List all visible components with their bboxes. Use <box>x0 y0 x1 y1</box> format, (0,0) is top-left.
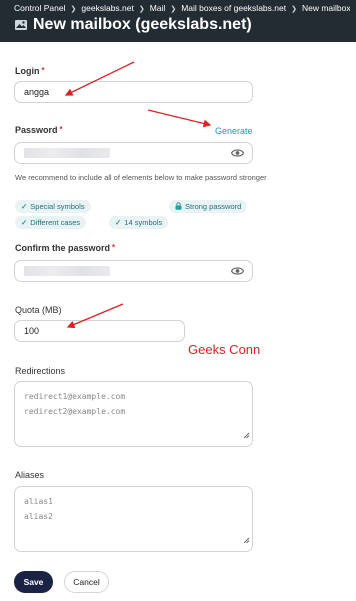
aliases-placeholder: alias1 alias2 <box>24 497 53 521</box>
page-title: New mailbox (geekslabs.net) <box>33 16 252 33</box>
login-label: Login * <box>15 66 45 76</box>
chevron-right-icon: ❯ <box>291 6 297 13</box>
aliases-textarea[interactable]: alias1 alias2 <box>14 486 253 552</box>
login-label-text: Login <box>15 66 40 76</box>
password-hint: We recommend to include all of elements … <box>15 173 267 182</box>
requirement-label: Different cases <box>30 218 81 227</box>
breadcrumb-current: New mailbox <box>301 3 350 13</box>
requirement-label: Special symbols <box>30 202 85 211</box>
chevron-right-icon: ❯ <box>138 6 145 13</box>
required-marker: * <box>59 125 63 134</box>
requirement-chip: ✓ Different cases <box>15 216 87 229</box>
cancel-button[interactable]: Cancel <box>64 571 109 593</box>
check-icon: ✓ <box>21 202 28 211</box>
login-value: angga <box>24 87 50 97</box>
lock-icon <box>175 201 182 212</box>
breadcrumb: Control Panel ❯ geekslabs.net ❯ Mail ❯ Mail bo… <box>14 3 350 13</box>
watermark-text: Geeks Conn <box>188 342 261 357</box>
confirm-password-input[interactable] <box>14 260 253 282</box>
quota-label: Quota (MB) <box>15 305 62 315</box>
quota-value: 100 <box>24 326 40 336</box>
chevron-right-icon: ❯ <box>170 6 177 13</box>
check-icon: ✓ <box>21 218 28 227</box>
requirement-label: 14 symbols <box>124 218 163 227</box>
mailbox-icon <box>14 18 28 32</box>
eye-icon[interactable] <box>230 266 245 278</box>
requirement-chip: Strong password <box>169 200 248 213</box>
password-label-text: Password <box>15 125 58 135</box>
breadcrumb-control-panel[interactable]: Control Panel <box>14 3 66 13</box>
aliases-label: Aliases <box>15 470 45 480</box>
breadcrumb-mail[interactable]: Mail <box>150 3 166 13</box>
breadcrumb-domain[interactable]: geekslabs.net <box>81 3 133 13</box>
redirections-placeholder: redirect1@example.com redirect2@example.… <box>24 392 126 416</box>
eye-icon[interactable] <box>230 148 245 160</box>
requirement-label: Strong password <box>185 202 242 211</box>
password-label: Password * <box>15 125 63 135</box>
redirections-label: Redirections <box>15 366 66 376</box>
login-input[interactable]: angga <box>14 81 253 103</box>
generate-link[interactable]: Generate <box>215 126 253 136</box>
confirm-label-text: Confirm the password <box>15 243 111 253</box>
requirement-chip: ✓ 14 symbols <box>109 216 169 229</box>
breadcrumb-mailboxes[interactable]: Mail boxes of geekslabs.net <box>181 3 286 13</box>
title-row: New mailbox (geekslabs.net) <box>14 16 252 34</box>
password-input[interactable] <box>14 142 253 164</box>
redirections-textarea[interactable]: redirect1@example.com redirect2@example.… <box>14 381 253 447</box>
required-marker: * <box>112 243 116 252</box>
chevron-right-icon: ❯ <box>70 6 77 13</box>
annotation-arrow-generate <box>147 109 212 128</box>
resize-grip-icon[interactable] <box>243 534 250 549</box>
page-header: Control Panel ❯ geekslabs.net ❯ Mail ❯ Mail bo… <box>0 0 356 42</box>
save-button[interactable]: Save <box>14 571 53 593</box>
password-mask <box>24 266 110 276</box>
required-marker: * <box>41 66 45 75</box>
confirm-password-label: Confirm the password * <box>15 243 115 253</box>
quota-input[interactable]: 100 <box>14 320 185 342</box>
password-mask <box>24 148 110 158</box>
requirement-chip: ✓ Special symbols <box>15 200 91 213</box>
resize-grip-icon[interactable] <box>243 429 250 444</box>
check-icon: ✓ <box>115 218 122 227</box>
